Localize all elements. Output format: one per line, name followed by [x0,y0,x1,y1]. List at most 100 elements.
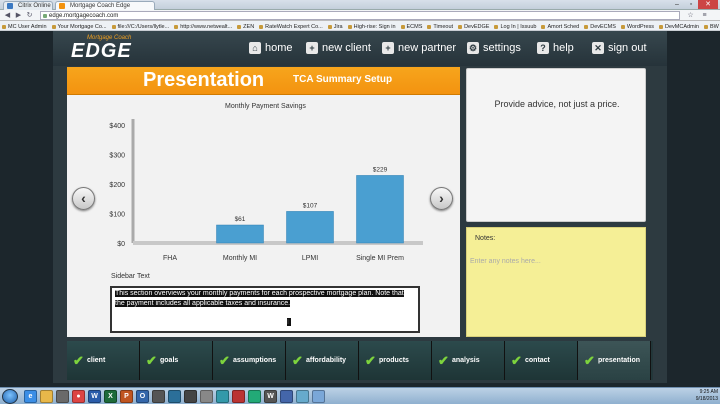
bookmark-item[interactable]: Jira [326,22,346,30]
app-icon[interactable] [296,390,309,403]
sidebar-text-input[interactable]: This section overviews your monthly paym… [110,286,420,333]
y-tick-label: $400 [109,123,125,130]
app-icon[interactable]: W [264,390,277,403]
bookmark-item[interactable]: Log In | Issuub [492,22,539,30]
chart-title: Monthly Payment Savings [225,103,306,110]
page-title: Presentation [143,69,265,91]
page-background: Mortgage Coach EDGE ⌂ home + new client … [0,31,720,387]
step-affordability[interactable]: ✔ affordability [286,341,359,380]
advice-panel: Provide advice, not just a price. [466,68,646,222]
browser-tab-bar: Citrix Online Mortgage Coach Edge – ▫ ✕ [0,0,720,10]
bookmark-item[interactable]: BW - Ban [702,22,720,30]
step-analysis[interactable]: ✔ analysis [432,341,505,380]
plus-icon: + [382,42,394,54]
minimize-icon[interactable]: – [670,0,684,9]
app-icon[interactable] [152,390,165,403]
tab-mortgage-coach-edge[interactable]: Mortgage Coach Edge [55,1,155,10]
previous-slide-button[interactable]: ‹ [72,187,95,210]
word-icon[interactable]: W [88,390,101,403]
bookmark-item[interactable]: Timeout [425,22,456,30]
chrome-icon[interactable]: ● [72,390,85,403]
system-clock[interactable]: 9:25 AM 9/18/2013 [690,389,718,403]
chart-bar [356,175,404,244]
bookmark-item[interactable]: Amort Sched [539,22,582,30]
ie-icon[interactable]: e [24,390,37,403]
bookmark-item[interactable]: Your Mortgage Co... [50,22,110,30]
x-tick-label: FHA [163,255,177,262]
step-assumptions[interactable]: ✔ assumptions [213,341,286,380]
menu-icon[interactable]: ≡ [700,11,709,20]
app-icon[interactable] [280,390,293,403]
nav-new-client-button[interactable]: + new client [306,40,371,56]
sidebar-text-label: Sidebar Text [111,273,150,280]
nav-help-button[interactable]: ? help [537,40,574,56]
gear-icon: ⚙ [467,42,479,54]
nav-new-partner-button[interactable]: + new partner [382,40,456,56]
bookmarks-bar: MC User Admin Your Mortgage Co... file:///… [0,21,720,31]
close-icon: ✕ [592,42,604,54]
edge-logo: Mortgage Coach EDGE [71,35,132,62]
bookmark-item[interactable]: http://www.netwealt... [172,22,235,30]
address-bar: ◀ ▶ ↻ edge.mortgagecoach.com ☆ ≡ [0,10,720,21]
step-presentation[interactable]: ✔ presentation [578,341,651,380]
app-icon[interactable] [232,390,245,403]
app-icon[interactable] [216,390,229,403]
maximize-icon[interactable]: ▫ [684,0,698,9]
bookmark-item[interactable]: ZEN [235,22,257,30]
step-client[interactable]: ✔ client [67,341,140,380]
workflow-steps-bar: ✔ client ✔ goals ✔ assumptions ✔ affordability ✔… [67,341,653,380]
nav-home-button[interactable]: ⌂ home [249,40,293,56]
step-products[interactable]: ✔ products [359,341,432,380]
tab-citrix-online[interactable]: Citrix Online [3,1,53,10]
app-icon[interactable] [248,390,261,403]
start-button[interactable] [2,389,18,404]
x-tick-label: Single MI Prem [356,255,404,262]
close-window-icon[interactable]: ✕ [698,0,718,9]
monthly-payment-chart: $0 $100 $200 $300 $400 FHA $61 Monthly MI $107 LP… [109,119,423,262]
excel-icon[interactable]: X [104,390,117,403]
checkmark-icon: ✔ [438,353,449,368]
notes-input[interactable]: Enter any notes here... [470,258,541,265]
text-cursor-icon: I [287,318,291,326]
powerpoint-icon[interactable]: P [120,390,133,403]
next-slide-button[interactable]: › [430,187,453,210]
checkmark-icon: ✔ [584,353,595,368]
bookmark-item[interactable]: DevECMS [582,22,619,30]
nav-settings-button[interactable]: ⚙ settings [467,40,521,56]
bookmark-item[interactable]: DevMCAdmin [657,22,702,30]
folder-icon[interactable] [40,390,53,403]
star-icon[interactable]: ☆ [686,11,695,20]
chart-bar [286,211,334,244]
forward-icon[interactable]: ▶ [14,11,23,20]
app-header: Mortgage Coach EDGE ⌂ home + new client … [53,31,667,66]
chart-bar [216,224,264,244]
bookmark-item[interactable]: WordPress [619,22,657,30]
y-tick-label: $0 [117,241,125,248]
reload-icon[interactable]: ↻ [25,11,34,20]
outlook-icon[interactable]: O [136,390,149,403]
step-goals[interactable]: ✔ goals [140,341,213,380]
data-label: $229 [373,166,388,173]
bookmark-item[interactable]: ECMS [399,22,426,30]
app-icon[interactable] [312,390,325,403]
app-icon[interactable] [168,390,181,403]
app-icon[interactable] [200,390,213,403]
tab-favicon-icon [59,3,65,9]
step-contact[interactable]: ✔ contact [505,341,578,380]
notes-panel[interactable]: Notes: Enter any notes here... [466,227,646,337]
calculator-icon[interactable] [184,390,197,403]
x-tick-label: LPMI [302,255,318,262]
y-tick-label: $100 [109,212,125,219]
bookmark-item[interactable]: MC User Admin [0,22,50,30]
nav-sign-out-button[interactable]: ✕ sign out [592,40,647,56]
bookmark-item[interactable]: file:///C:/Users/llytle... [110,22,173,30]
y-tick-label: $300 [109,153,125,160]
bookmark-item[interactable]: RateWatch Expert Co... [257,22,326,30]
media-icon[interactable] [56,390,69,403]
bookmark-item[interactable]: DevEDGE [456,22,492,30]
bookmark-item[interactable]: High-rise: Sign in [346,22,399,30]
page-header: Presentation TCA Summary Setup [67,67,460,95]
checkmark-icon: ✔ [365,353,376,368]
back-icon[interactable]: ◀ [3,11,12,20]
url-input[interactable]: edge.mortgagecoach.com [40,11,680,20]
